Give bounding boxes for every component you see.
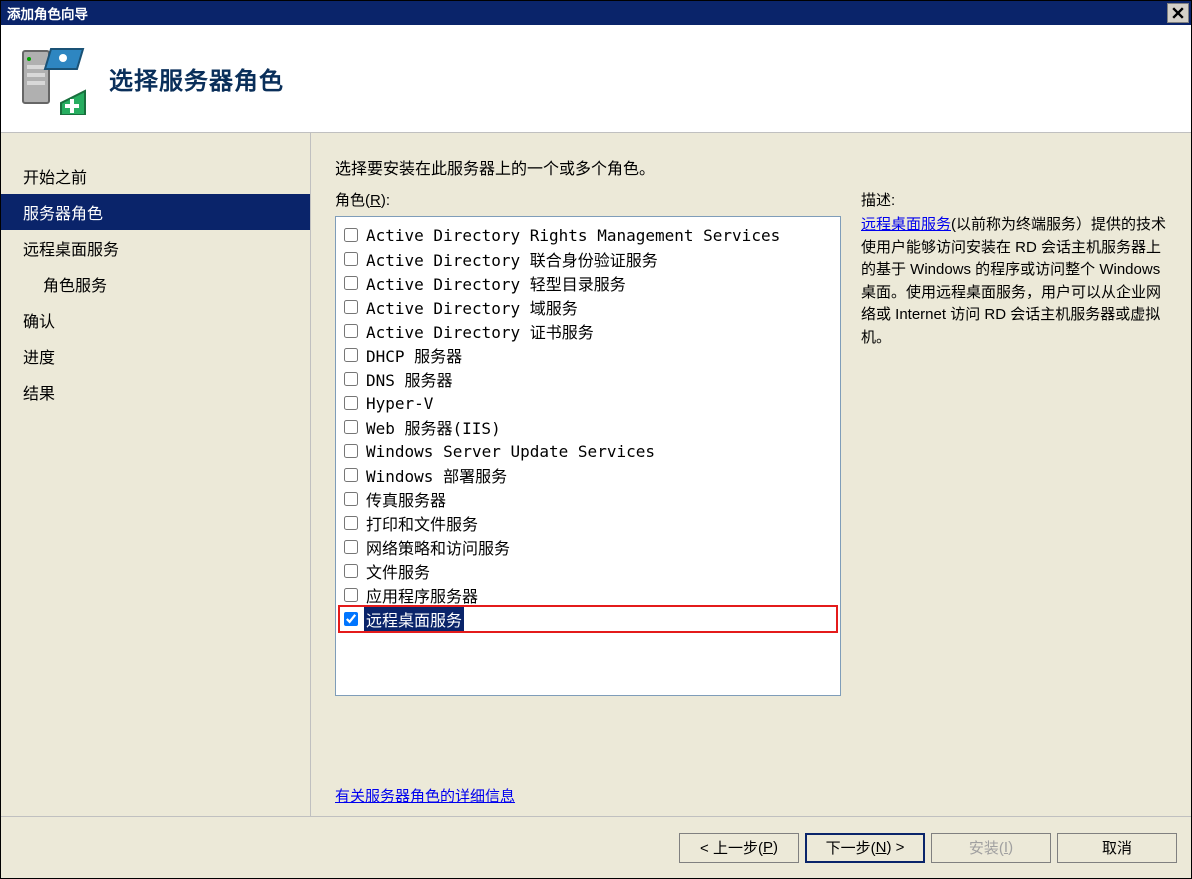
role-label: Windows 部署服务	[364, 462, 509, 488]
role-label: 应用程序服务器	[364, 582, 480, 608]
role-checkbox-5[interactable]	[344, 348, 358, 362]
role-checkbox-16[interactable]	[344, 612, 358, 626]
close-button[interactable]	[1167, 3, 1189, 23]
role-checkbox-0[interactable]	[344, 228, 358, 242]
sidebar-item-0[interactable]: 开始之前	[1, 158, 310, 194]
role-checkbox-9[interactable]	[344, 444, 358, 458]
wizard-body: 开始之前服务器角色远程桌面服务角色服务确认进度结果 选择要安装在此服务器上的一个…	[1, 133, 1191, 816]
role-label: DHCP 服务器	[364, 342, 464, 368]
more-info-link[interactable]: 有关服务器角色的详细信息	[335, 788, 515, 805]
role-row-12[interactable]: 打印和文件服务	[340, 511, 836, 535]
role-label: Active Directory 轻型目录服务	[364, 270, 628, 296]
header-band: 选择服务器角色	[1, 25, 1191, 133]
role-label: Active Directory 联合身份验证服务	[364, 246, 660, 272]
role-row-13[interactable]: 网络策略和访问服务	[340, 535, 836, 559]
role-checkbox-7[interactable]	[344, 396, 358, 410]
role-row-15[interactable]: 应用程序服务器	[340, 583, 836, 607]
role-label: Hyper-V	[364, 393, 435, 414]
role-row-0[interactable]: Active Directory Rights Management Servi…	[340, 223, 836, 247]
sidebar-item-6[interactable]: 结果	[1, 374, 310, 410]
role-checkbox-10[interactable]	[344, 468, 358, 482]
role-label: Windows Server Update Services	[364, 441, 657, 462]
role-row-16[interactable]: 远程桌面服务	[340, 607, 836, 631]
role-row-10[interactable]: Windows 部署服务	[340, 463, 836, 487]
role-checkbox-2[interactable]	[344, 276, 358, 290]
role-label: DNS 服务器	[364, 366, 455, 392]
role-label: 远程桌面服务	[364, 606, 464, 632]
role-label: Active Directory Rights Management Servi…	[364, 225, 782, 246]
roles-listbox[interactable]: Active Directory Rights Management Servi…	[335, 216, 841, 696]
description-text: 远程桌面服务(以前称为终端服务）提供的技术使用户能够访问安装在 RD 会话主机服…	[861, 214, 1167, 349]
server-role-icon	[17, 43, 89, 115]
cancel-button[interactable]: 取消	[1057, 833, 1177, 863]
titlebar: 添加角色向导	[1, 1, 1191, 25]
role-row-9[interactable]: Windows Server Update Services	[340, 439, 836, 463]
role-label: 传真服务器	[364, 486, 448, 512]
role-row-5[interactable]: DHCP 服务器	[340, 343, 836, 367]
role-checkbox-6[interactable]	[344, 372, 358, 386]
role-checkbox-1[interactable]	[344, 252, 358, 266]
install-button: 安装(I)	[931, 833, 1051, 863]
window-title: 添加角色向导	[7, 3, 88, 23]
role-checkbox-3[interactable]	[344, 300, 358, 314]
next-button[interactable]: 下一步(N) >	[805, 833, 925, 863]
role-row-7[interactable]: Hyper-V	[340, 391, 836, 415]
sidebar-item-3[interactable]: 角色服务	[1, 266, 310, 302]
role-checkbox-4[interactable]	[344, 324, 358, 338]
role-label: 打印和文件服务	[364, 510, 480, 536]
wizard-content: 选择要安装在此服务器上的一个或多个角色。 角色(R): Active Direc…	[311, 133, 1191, 816]
role-checkbox-13[interactable]	[344, 540, 358, 554]
role-checkbox-15[interactable]	[344, 588, 358, 602]
role-row-4[interactable]: Active Directory 证书服务	[340, 319, 836, 343]
description-heading: 描述:	[861, 189, 1167, 210]
wizard-window: 添加角色向导 选择服务器角色	[0, 0, 1192, 879]
role-row-1[interactable]: Active Directory 联合身份验证服务	[340, 247, 836, 271]
wizard-sidebar: 开始之前服务器角色远程桌面服务角色服务确认进度结果	[1, 133, 311, 816]
more-info-row: 有关服务器角色的详细信息	[335, 785, 1167, 806]
role-checkbox-12[interactable]	[344, 516, 358, 530]
role-row-11[interactable]: 传真服务器	[340, 487, 836, 511]
role-label: Active Directory 域服务	[364, 294, 580, 320]
role-checkbox-11[interactable]	[344, 492, 358, 506]
role-label: 网络策略和访问服务	[364, 534, 512, 560]
role-checkbox-8[interactable]	[344, 420, 358, 434]
close-icon	[1172, 7, 1184, 19]
page-title: 选择服务器角色	[109, 61, 284, 96]
sidebar-item-1[interactable]: 服务器角色	[1, 194, 310, 230]
back-button[interactable]: < 上一步(P)	[679, 833, 799, 863]
role-row-14[interactable]: 文件服务	[340, 559, 836, 583]
description-link[interactable]: 远程桌面服务	[861, 216, 951, 233]
role-row-8[interactable]: Web 服务器(IIS)	[340, 415, 836, 439]
sidebar-item-4[interactable]: 确认	[1, 302, 310, 338]
role-checkbox-14[interactable]	[344, 564, 358, 578]
sidebar-item-2[interactable]: 远程桌面服务	[1, 230, 310, 266]
role-label: Active Directory 证书服务	[364, 318, 596, 344]
role-row-6[interactable]: DNS 服务器	[340, 367, 836, 391]
wizard-footer: < 上一步(P) 下一步(N) > 安装(I) 取消	[1, 816, 1191, 878]
role-row-3[interactable]: Active Directory 域服务	[340, 295, 836, 319]
instruction-text: 选择要安装在此服务器上的一个或多个角色。	[335, 155, 1167, 179]
role-label: Web 服务器(IIS)	[364, 414, 503, 440]
role-label: 文件服务	[364, 558, 432, 584]
role-row-2[interactable]: Active Directory 轻型目录服务	[340, 271, 836, 295]
sidebar-item-5[interactable]: 进度	[1, 338, 310, 374]
roles-label: 角色(R):	[335, 189, 841, 210]
